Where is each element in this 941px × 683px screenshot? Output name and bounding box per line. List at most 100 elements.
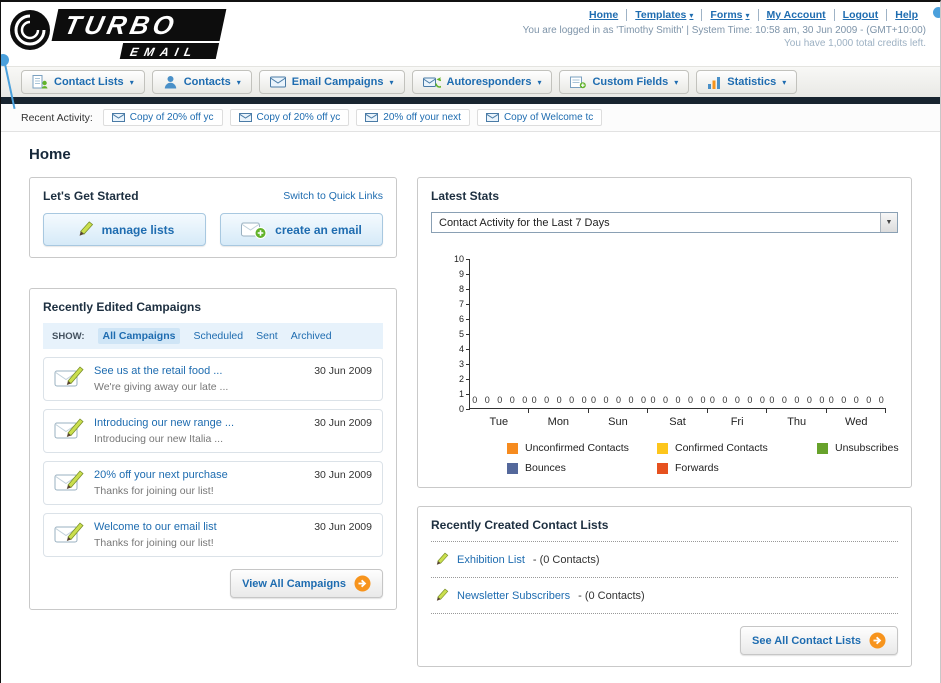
envelope-pencil-icon	[54, 365, 84, 389]
legend-item: Unconfirmed Contacts	[507, 442, 657, 454]
y-axis-tick-label: 6	[458, 314, 464, 324]
view-all-campaigns-label: View All Campaigns	[242, 577, 346, 590]
tab-label: Custom Fields	[592, 76, 669, 88]
app-window: TURBO EMAIL Home Templates ▾ Forms ▾ My Ac…	[0, 0, 941, 683]
legend-label: Bounces	[525, 462, 566, 474]
switch-quick-links-link[interactable]: Switch to Quick Links	[283, 190, 383, 202]
chevron-down-icon: ▾	[689, 10, 694, 20]
stats-period-value: Contact Activity for the Last 7 Days	[439, 216, 610, 229]
recent-activity-item[interactable]: Copy of 20% off yc	[229, 109, 350, 126]
recently-created-contact-lists-panel: Recently Created Contact Lists Exhibitio…	[417, 506, 912, 667]
recent-activity-bar: Recent Activity: Copy of 20% off yc Copy…	[1, 104, 940, 132]
top-nav: Home Templates ▾ Forms ▾ My Account Logout…	[523, 9, 926, 21]
recent-activity-label: Recent Activity:	[21, 111, 93, 124]
tab-label: Contacts	[183, 76, 231, 88]
legend-label: Unconfirmed Contacts	[525, 442, 629, 454]
x-axis-label: Sun	[608, 416, 628, 428]
legend-label: Unsubscribes	[835, 442, 899, 454]
campaign-subtitle: Introducing our new Italia ...	[94, 433, 223, 445]
y-axis-tick-label: 9	[458, 269, 464, 279]
chart-column: 0 0 0 0 0	[827, 259, 887, 413]
show-label: SHOW:	[52, 330, 85, 342]
chart-column: 0 0 0 0 0	[767, 259, 827, 413]
tab-label: Contact Lists	[54, 76, 124, 88]
tab-custom-fields[interactable]: Custom Fields ▾	[559, 70, 690, 94]
y-axis-tick-label: 3	[458, 359, 464, 369]
contact-list-link[interactable]: Newsletter Subscribers	[457, 590, 570, 602]
legend-swatch	[507, 442, 518, 454]
chart-column: 0 0 0 0 0	[529, 259, 590, 413]
svg-text:TURBO: TURBO	[62, 10, 181, 40]
contact-lists-panel-title: Recently Created Contact Lists	[431, 518, 609, 532]
filter-scheduled[interactable]: Scheduled	[193, 330, 243, 342]
nav-divider-bar	[1, 97, 940, 104]
filter-all-campaigns[interactable]: All Campaigns	[97, 328, 181, 344]
filter-archived[interactable]: Archived	[291, 330, 332, 342]
chart-legend: Unconfirmed Contacts Confirmed Contacts Un…	[507, 442, 899, 474]
manage-lists-button[interactable]: manage lists	[43, 213, 206, 246]
email-plus-icon	[241, 220, 267, 240]
tab-autoresponders[interactable]: Autoresponders ▾	[411, 70, 553, 94]
tab-email-campaigns[interactable]: Email Campaigns ▾	[258, 70, 405, 94]
legend-label: Forwards	[675, 462, 719, 474]
recent-activity-item[interactable]: 20% off your next	[356, 109, 470, 126]
decorative-dot-right	[933, 7, 940, 18]
app-logo[interactable]: TURBO EMAIL	[7, 6, 245, 65]
envelope-icon	[238, 113, 252, 122]
recent-activity-item[interactable]: Copy of Welcome tc	[476, 109, 603, 126]
tab-contact-lists[interactable]: Contact Lists ▾	[21, 70, 145, 94]
create-email-label: create an email	[275, 222, 362, 237]
chart-column: 0 0 0 0 0	[589, 259, 649, 413]
campaign-date: 30 Jun 2009	[314, 521, 372, 533]
chevron-down-icon: ▾	[537, 77, 542, 87]
recent-activity-item[interactable]: Copy of 20% off yc	[102, 109, 223, 126]
top-link-my-account[interactable]: My Account	[759, 9, 835, 21]
top-link-logout[interactable]: Logout	[835, 9, 888, 21]
top-link-templates[interactable]: Templates ▾	[627, 9, 703, 21]
top-link-help[interactable]: Help	[887, 9, 926, 21]
top-link-home[interactable]: Home	[581, 9, 628, 21]
tab-label: Statistics	[727, 76, 777, 88]
contact-list-count: - (0 Contacts)	[578, 589, 645, 602]
header-right: Home Templates ▾ Forms ▾ My Account Logout…	[523, 9, 926, 49]
page-title: Home	[29, 146, 71, 163]
dropdown-arrow: ▼	[880, 213, 897, 232]
stats-period-dropdown[interactable]: Contact Activity for the Last 7 Days ▼	[431, 212, 898, 233]
chart-value-labels: 0 0 0 0 0	[769, 395, 825, 405]
campaign-title-link[interactable]: 20% off your next purchase	[94, 469, 228, 481]
chevron-down-icon: ▾	[745, 10, 750, 20]
view-all-campaigns-button[interactable]: View All Campaigns	[230, 569, 383, 598]
chart-value-labels: 0 0 0 0 0	[591, 395, 647, 405]
y-axis-tick-label: 5	[458, 329, 464, 339]
envelope-pencil-icon	[54, 469, 84, 493]
contact-list-item: Exhibition List - (0 Contacts)	[431, 542, 898, 578]
latest-stats-panel: Latest Stats Contact Activity for the La…	[417, 177, 912, 488]
legend-swatch	[507, 462, 518, 474]
x-axis-label: Wed	[845, 416, 868, 428]
email-campaigns-icon	[269, 76, 286, 88]
custom-fields-icon	[570, 76, 587, 89]
campaign-row: See us at the retail food ... We're givi…	[43, 357, 383, 401]
see-all-contact-lists-button[interactable]: See All Contact Lists	[739, 626, 898, 655]
svg-text:EMAIL: EMAIL	[129, 45, 199, 59]
filter-sent[interactable]: Sent	[256, 330, 278, 342]
campaign-title-link[interactable]: Welcome to our email list	[94, 521, 217, 533]
legend-item: Confirmed Contacts	[657, 442, 817, 454]
contact-list-link[interactable]: Exhibition List	[457, 554, 525, 566]
legend-swatch	[817, 442, 828, 454]
see-all-contact-lists-label: See All Contact Lists	[751, 634, 861, 647]
campaign-title-link[interactable]: Introducing our new range ...	[94, 417, 234, 429]
envelope-icon	[365, 113, 379, 122]
tab-statistics[interactable]: Statistics ▾	[696, 70, 798, 94]
campaign-title-link[interactable]: See us at the retail food ...	[94, 365, 222, 377]
chevron-down-icon: ▾	[236, 77, 241, 87]
statistics-icon	[707, 76, 721, 89]
top-link-forms[interactable]: Forms ▾	[702, 9, 759, 21]
tab-contacts[interactable]: Contacts ▾	[151, 70, 252, 94]
envelope-icon	[111, 113, 125, 122]
create-email-button[interactable]: create an email	[220, 213, 383, 246]
contact-lists-list: Exhibition List - (0 Contacts) Newslette…	[431, 541, 898, 614]
contacts-icon	[163, 75, 178, 89]
chart-value-labels: 0 0 0 0 0	[650, 395, 706, 405]
x-axis-label: Thu	[787, 416, 807, 428]
